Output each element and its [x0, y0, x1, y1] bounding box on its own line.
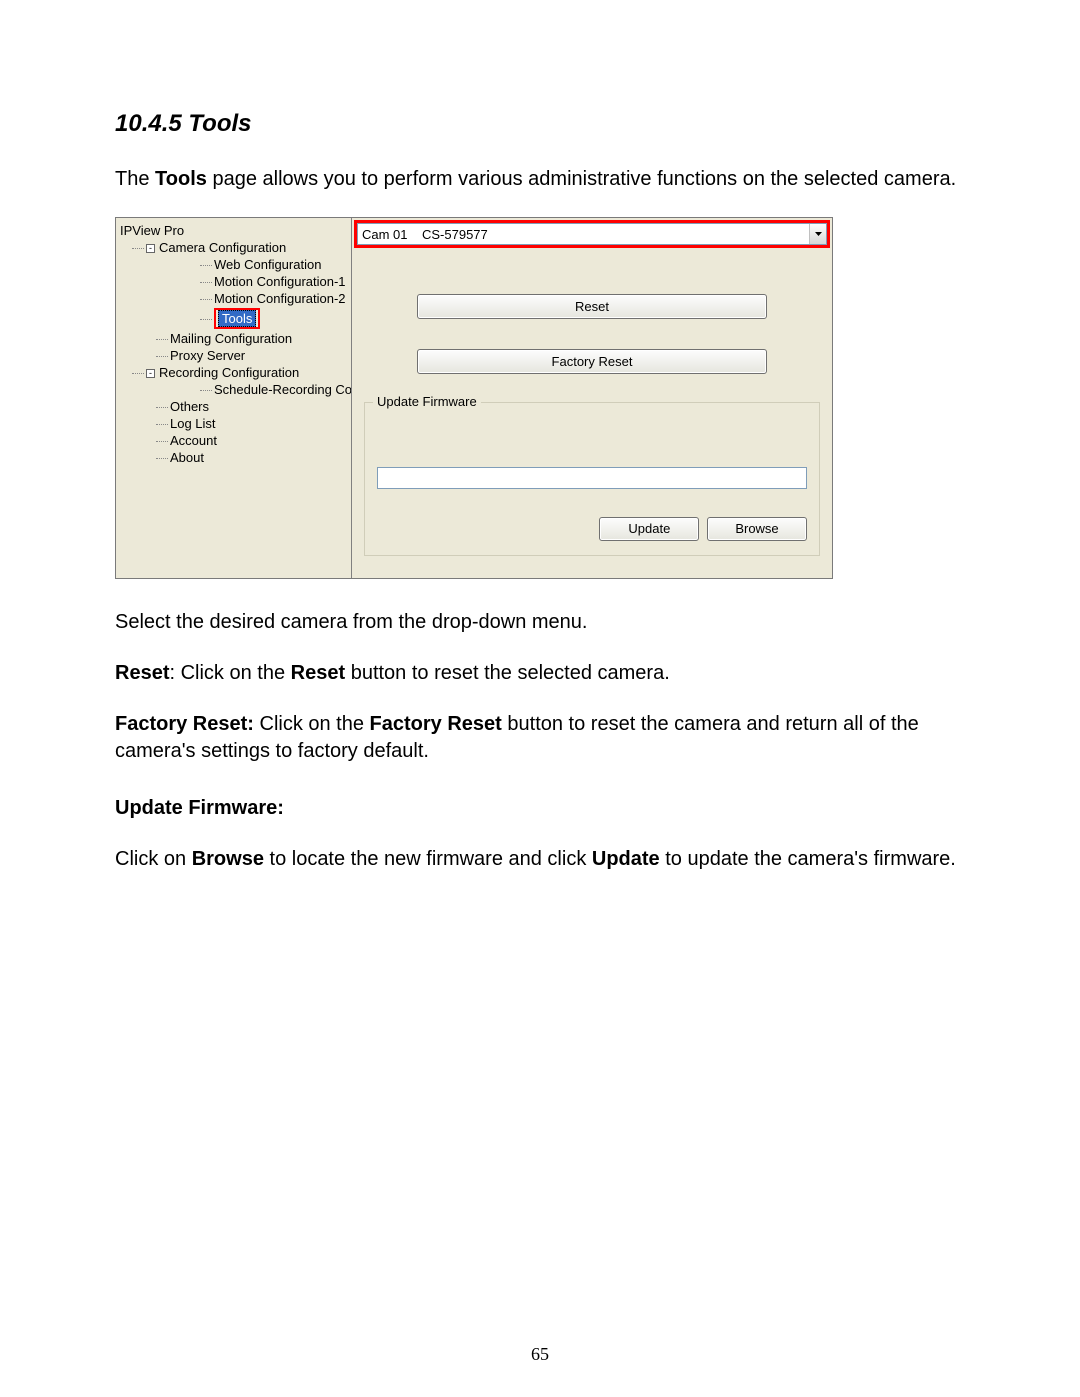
subheading-update-firmware: Update Firmware: — [115, 795, 965, 822]
camera-value: CS-579577 — [422, 227, 488, 242]
tree-item-mailing[interactable]: Mailing Configuration — [170, 330, 351, 347]
camera-dropdown-highlight: Cam 01 CS-579577 — [354, 220, 830, 248]
tree-item-schedule[interactable]: Schedule-Recording Con — [214, 381, 351, 398]
tree-selected-label: Tools — [218, 310, 256, 327]
browse-button[interactable]: Browse — [707, 517, 807, 541]
camera-label: Cam 01 — [362, 227, 422, 242]
page-number: 65 — [0, 1344, 1080, 1365]
bold: Update Firmware: — [115, 797, 284, 819]
tree-item-motion1[interactable]: Motion Configuration-1 — [214, 273, 351, 290]
tree-item-about[interactable]: About — [170, 449, 351, 466]
text: to locate the new firmware and click — [264, 848, 592, 870]
right-pane: Cam 01 CS-579577 Reset Factory Reset Upd… — [352, 218, 832, 578]
tools-highlight: Tools — [214, 308, 260, 329]
section-heading: 10.4.5 Tools — [115, 110, 965, 138]
tree-pane: IPView Pro -Camera Configuration Web Con… — [116, 218, 352, 578]
firmware-path-input[interactable] — [377, 467, 807, 489]
paragraph-select-camera: Select the desired camera from the drop-… — [115, 609, 965, 636]
intro-text-1: The — [115, 168, 155, 190]
bold: Reset — [291, 662, 345, 684]
intro-paragraph: The Tools page allows you to perform var… — [115, 166, 965, 193]
bold: Update — [592, 848, 660, 870]
chevron-down-icon[interactable] — [809, 224, 826, 244]
update-button[interactable]: Update — [599, 517, 699, 541]
tree-item-tools[interactable]: Tools — [214, 307, 351, 330]
paragraph-factory-reset: Factory Reset: Click on the Factory Rese… — [115, 711, 965, 765]
tree-item-motion2[interactable]: Motion Configuration-2 — [214, 290, 351, 307]
reset-button[interactable]: Reset — [417, 294, 767, 319]
tree-item-account[interactable]: Account — [170, 432, 351, 449]
collapse-icon[interactable]: - — [146, 369, 155, 378]
collapse-icon[interactable]: - — [146, 244, 155, 253]
tree-root[interactable]: IPView Pro — [120, 222, 351, 239]
text: Click on — [115, 848, 192, 870]
tree-label: Camera Configuration — [159, 240, 286, 255]
fieldset-legend: Update Firmware — [373, 394, 481, 409]
tree-item-loglist[interactable]: Log List — [170, 415, 351, 432]
tree-item-others[interactable]: Others — [170, 398, 351, 415]
intro-bold: Tools — [155, 168, 207, 190]
tree-label: Recording Configuration — [159, 365, 299, 380]
bold: Factory Reset: — [115, 713, 254, 735]
text: : Click on the — [169, 662, 290, 684]
tree-item-camera-config[interactable]: -Camera Configuration — [146, 239, 351, 256]
factory-reset-button[interactable]: Factory Reset — [417, 349, 767, 374]
tree-item-proxy[interactable]: Proxy Server — [170, 347, 351, 364]
text: button to reset the selected camera. — [345, 662, 670, 684]
bold: Reset — [115, 662, 169, 684]
tree-item-recording[interactable]: -Recording Configuration — [146, 364, 351, 381]
paragraph-reset: Reset: Click on the Reset button to rese… — [115, 660, 965, 687]
tree-item-web-config[interactable]: Web Configuration — [214, 256, 351, 273]
text: Click on the — [254, 713, 370, 735]
bold: Factory Reset — [370, 713, 502, 735]
bold: Browse — [192, 848, 264, 870]
camera-dropdown[interactable]: Cam 01 CS-579577 — [357, 223, 827, 245]
app-screenshot: IPView Pro -Camera Configuration Web Con… — [115, 217, 833, 579]
update-firmware-fieldset: Update Firmware Update Browse — [364, 402, 820, 556]
text: to update the camera's firmware. — [660, 848, 956, 870]
paragraph-update-firmware: Click on Browse to locate the new firmwa… — [115, 846, 965, 873]
intro-text-2: page allows you to perform various admin… — [207, 168, 956, 190]
